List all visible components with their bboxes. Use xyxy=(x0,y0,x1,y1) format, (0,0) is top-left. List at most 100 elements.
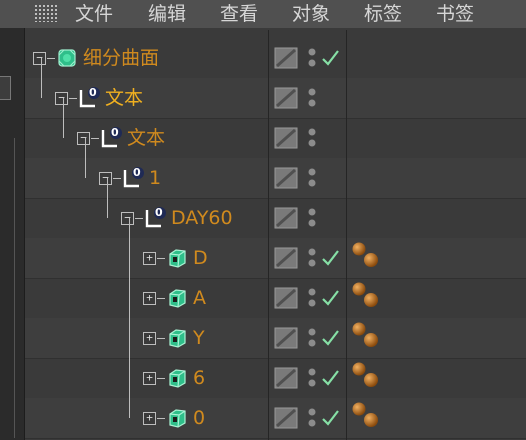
column-separator xyxy=(268,30,269,440)
tree-connector xyxy=(63,98,64,138)
expand-icon[interactable]: + xyxy=(143,412,156,425)
object-name[interactable]: 6 xyxy=(193,366,205,390)
null-badge-label: 0 xyxy=(155,206,163,219)
object-name[interactable]: 细分曲面 xyxy=(83,46,159,70)
object-row[interactable]: + D xyxy=(25,218,526,279)
layer-toggle-icon[interactable] xyxy=(274,327,298,349)
tree-connector xyxy=(157,418,165,419)
tree-connector xyxy=(157,378,165,379)
menu-tags[interactable]: 标签 xyxy=(364,2,402,26)
menu-bookmarks[interactable]: 书签 xyxy=(436,2,474,26)
layer-toggle-icon[interactable] xyxy=(274,127,298,149)
menu-object[interactable]: 对象 xyxy=(292,2,330,26)
phong-tag-icon[interactable] xyxy=(350,400,382,430)
extrude-icon xyxy=(165,246,189,274)
object-row[interactable]: − 0 1 xyxy=(25,138,526,199)
layer-toggle-icon[interactable] xyxy=(274,287,298,309)
null-badge-label: 0 xyxy=(111,126,119,139)
collapse-icon[interactable]: − xyxy=(55,92,68,105)
null-badge-label: 0 xyxy=(89,86,97,99)
object-row[interactable]: +6 xyxy=(25,338,526,399)
layer-toggle-icon[interactable] xyxy=(274,407,298,429)
object-row[interactable]: − 细分曲面 xyxy=(25,38,526,79)
expand-icon[interactable]: + xyxy=(143,372,156,385)
object-name[interactable]: 0 xyxy=(193,406,205,430)
expand-icon[interactable]: + xyxy=(143,332,156,345)
tree-connector xyxy=(85,138,86,178)
phong-tag-icon[interactable] xyxy=(350,240,382,270)
left-panel-handle[interactable] xyxy=(0,76,11,100)
visibility-dots-icon[interactable] xyxy=(307,287,317,309)
tree-connector xyxy=(129,218,130,258)
visibility-dots-icon[interactable] xyxy=(307,47,317,69)
tree-connector xyxy=(129,338,130,378)
object-row[interactable]: − 0 文本 xyxy=(25,58,526,119)
collapse-icon[interactable]: − xyxy=(121,212,134,225)
tree-connector xyxy=(157,258,165,259)
tree-connector xyxy=(129,298,130,338)
object-name[interactable]: 1 xyxy=(149,166,161,190)
enabled-check-icon[interactable] xyxy=(320,328,340,348)
menu-edit[interactable]: 编辑 xyxy=(148,2,186,26)
expand-icon[interactable]: + xyxy=(143,252,156,265)
object-row[interactable]: +0 xyxy=(25,378,526,439)
visibility-dots-icon[interactable] xyxy=(307,407,317,429)
visibility-dots-icon[interactable] xyxy=(307,367,317,389)
tree-connector xyxy=(157,338,165,339)
object-name[interactable]: A xyxy=(193,286,206,310)
phong-tag-icon[interactable] xyxy=(350,320,382,350)
layer-toggle-icon[interactable] xyxy=(274,367,298,389)
tree-connector xyxy=(41,58,42,98)
tree-connector xyxy=(135,218,143,219)
enabled-check-icon[interactable] xyxy=(320,288,340,308)
object-row[interactable]: − 0 文本 xyxy=(25,98,526,159)
tree-connector xyxy=(107,178,108,218)
object-row[interactable]: − 0 DAY60 xyxy=(25,178,526,239)
enabled-check-icon[interactable] xyxy=(320,368,340,388)
tree-connector xyxy=(69,98,77,99)
enabled-check-icon[interactable] xyxy=(320,48,340,68)
extrude-icon xyxy=(165,366,189,394)
object-name[interactable]: 文本 xyxy=(127,126,165,150)
menu-bar: 文件 编辑 查看 对象 标签 书签 xyxy=(0,0,526,28)
object-row[interactable]: + Y xyxy=(25,298,526,359)
collapse-icon[interactable]: − xyxy=(99,172,112,185)
tree-connector xyxy=(113,178,121,179)
enabled-check-icon[interactable] xyxy=(320,408,340,428)
extrude-icon xyxy=(165,406,189,434)
null-badge-label: 0 xyxy=(133,166,141,179)
visibility-dots-icon[interactable] xyxy=(307,127,317,149)
menu-file[interactable]: 文件 xyxy=(75,2,113,26)
tree-connector xyxy=(47,58,55,59)
object-row[interactable]: + A xyxy=(25,258,526,319)
panel-grip-icon[interactable] xyxy=(34,4,58,22)
visibility-dots-icon[interactable] xyxy=(307,87,317,109)
layer-toggle-icon[interactable] xyxy=(274,167,298,189)
layer-toggle-icon[interactable] xyxy=(274,247,298,269)
phong-tag-icon[interactable] xyxy=(350,360,382,390)
expand-icon[interactable]: + xyxy=(143,292,156,305)
visibility-dots-icon[interactable] xyxy=(307,207,317,229)
tree-connector xyxy=(129,258,130,298)
left-panel xyxy=(0,28,25,440)
left-panel-edge xyxy=(0,138,15,438)
layer-toggle-icon[interactable] xyxy=(274,47,298,69)
object-name[interactable]: 文本 xyxy=(105,86,143,110)
extrude-icon xyxy=(165,326,189,354)
object-name[interactable]: D xyxy=(193,246,208,270)
visibility-dots-icon[interactable] xyxy=(307,327,317,349)
subdivision-surface-icon xyxy=(55,46,79,74)
collapse-icon[interactable]: − xyxy=(77,132,90,145)
layer-toggle-icon[interactable] xyxy=(274,207,298,229)
visibility-dots-icon[interactable] xyxy=(307,167,317,189)
visibility-dots-icon[interactable] xyxy=(307,247,317,269)
phong-tag-icon[interactable] xyxy=(350,280,382,310)
enabled-check-icon[interactable] xyxy=(320,248,340,268)
tree-connector xyxy=(91,138,99,139)
object-name[interactable]: Y xyxy=(193,326,205,350)
menu-view[interactable]: 查看 xyxy=(220,2,258,26)
object-name[interactable]: DAY60 xyxy=(171,206,233,230)
layer-toggle-icon[interactable] xyxy=(274,87,298,109)
collapse-icon[interactable]: − xyxy=(33,52,46,65)
column-separator xyxy=(346,30,347,440)
